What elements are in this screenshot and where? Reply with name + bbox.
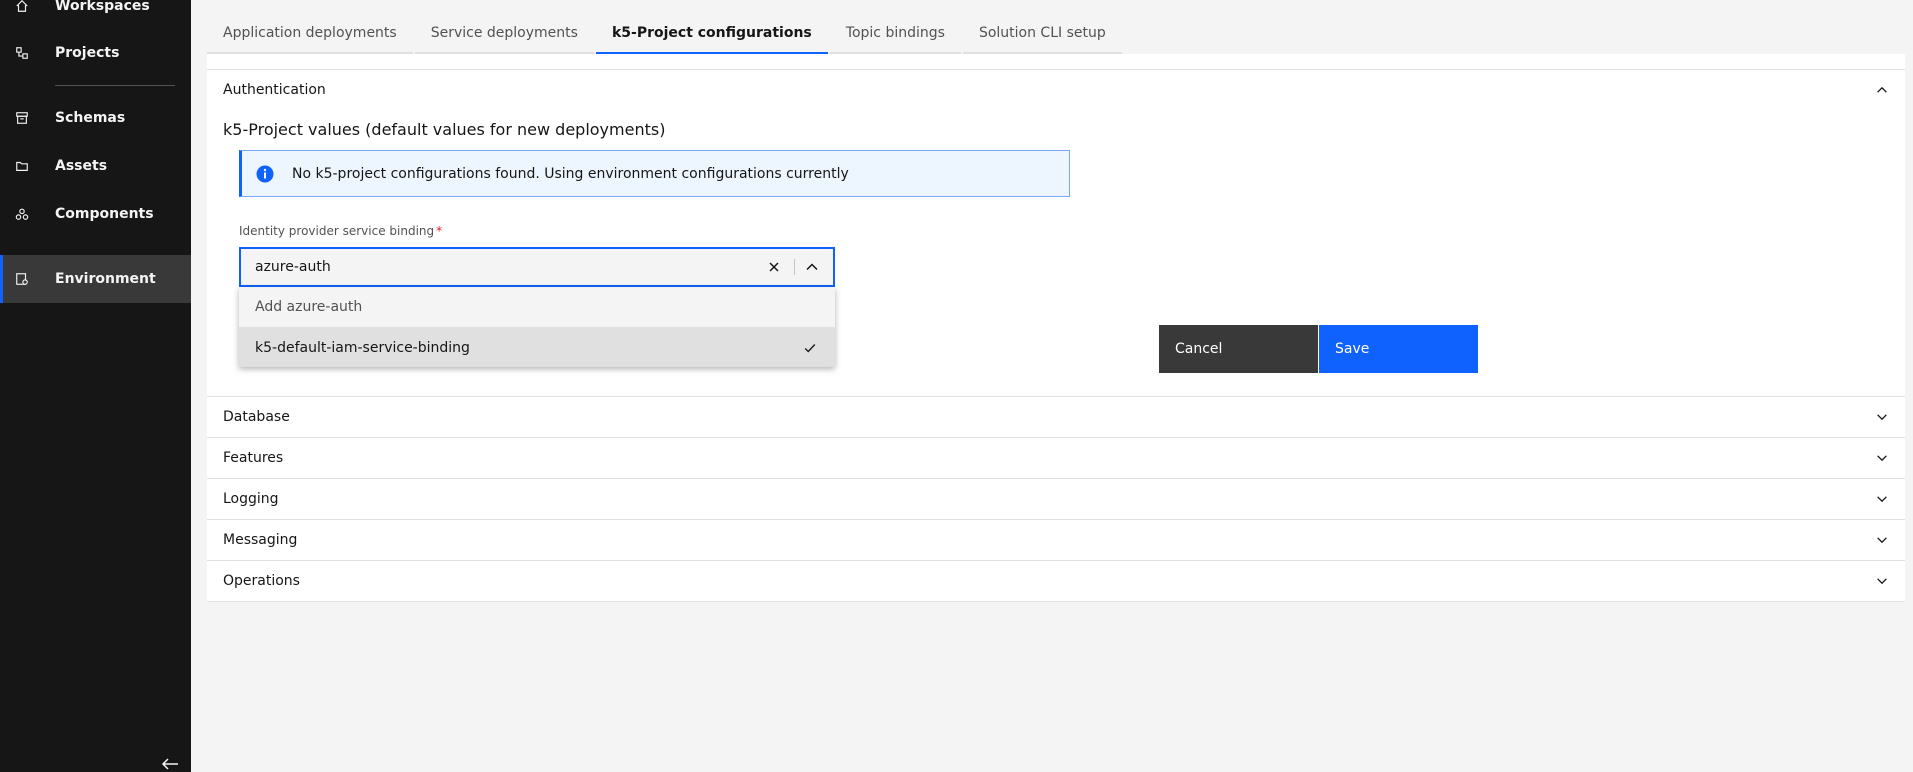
tab-solution-cli-setup[interactable]: Solution CLI setup — [962, 14, 1122, 54]
accordion-authentication-header[interactable]: Authentication — [207, 69, 1905, 110]
sidebar: Workspaces Projects Schemas Assets Compo… — [0, 0, 191, 772]
accordion-logging-header[interactable]: Logging — [207, 478, 1905, 519]
sidebar-item-components[interactable]: Components — [0, 192, 191, 236]
accordion-title: Logging — [223, 491, 279, 507]
section-title: k5-Project values (default values for ne… — [223, 120, 666, 139]
save-button[interactable]: Save — [1319, 325, 1478, 373]
schema-icon — [16, 112, 28, 124]
accordion-messaging-header[interactable]: Messaging — [207, 519, 1905, 560]
option-label: Add azure-auth — [255, 299, 363, 315]
close-icon[interactable] — [766, 259, 782, 275]
accordion-database-header[interactable]: Database — [207, 396, 1905, 437]
sidebar-item-environment[interactable]: Environment — [0, 255, 191, 303]
tab-bar: Application deployments Service deployme… — [207, 14, 1124, 54]
chevron-down-icon — [1877, 537, 1887, 544]
sidebar-item-label: Environment — [55, 271, 156, 287]
accordion-features-header[interactable]: Features — [207, 437, 1905, 478]
accordion-title: Messaging — [223, 532, 298, 548]
accordion-title: Authentication — [223, 82, 326, 98]
tab-k5-project-configurations[interactable]: k5-Project configurations — [595, 14, 828, 54]
chevron-down-icon — [1877, 496, 1887, 503]
option-label: k5-default-iam-service-binding — [255, 339, 470, 356]
home-icon — [16, 0, 28, 12]
sidebar-item-label: Components — [55, 206, 154, 222]
environment-icon — [16, 273, 28, 285]
configuration-panel: Authentication k5-Project values (defaul… — [207, 54, 1905, 602]
sidebar-item-schemas[interactable]: Schemas — [0, 96, 191, 140]
sidebar-item-label: Projects — [55, 45, 120, 61]
tab-topic-bindings[interactable]: Topic bindings — [829, 14, 961, 54]
sidebar-item-label: Schemas — [55, 110, 126, 126]
info-notification: No k5-project configurations found. Usin… — [239, 150, 1070, 197]
dropdown-option-selected[interactable]: k5-default-iam-service-binding — [239, 327, 835, 367]
project-icon — [16, 47, 28, 59]
identity-provider-dropdown-menu: Add azure-auth k5-default-iam-service-bi… — [239, 287, 835, 367]
accordion-title: Operations — [223, 573, 300, 589]
chevron-up-icon — [1877, 86, 1887, 93]
field-label-text: Identity provider service binding — [239, 224, 435, 238]
folder-icon — [16, 161, 28, 171]
accordion-operations-header[interactable]: Operations — [207, 560, 1905, 601]
sidebar-item-label: Assets — [55, 158, 108, 174]
components-icon — [15, 208, 29, 220]
checkmark-icon — [804, 343, 816, 352]
notification-message: No k5-project configurations found. Usin… — [292, 165, 849, 182]
identity-provider-input[interactable] — [255, 249, 745, 285]
accordion-title: Features — [223, 450, 284, 466]
sidebar-item-workspaces[interactable]: Workspaces — [0, 0, 191, 28]
tab-service-deployments[interactable]: Service deployments — [414, 14, 594, 54]
chevron-up-icon[interactable] — [804, 259, 820, 275]
chevron-down-icon — [1877, 414, 1887, 421]
combobox-separator — [794, 259, 795, 275]
tab-application-deployments[interactable]: Application deployments — [207, 14, 413, 54]
info-icon — [256, 165, 274, 182]
dropdown-option-add[interactable]: Add azure-auth — [239, 287, 835, 327]
identity-provider-combobox[interactable] — [239, 247, 835, 287]
cancel-button[interactable]: Cancel — [1159, 325, 1318, 373]
sidebar-item-label: Workspaces — [55, 0, 150, 14]
collapse-sidebar-arrow-icon[interactable] — [160, 756, 180, 772]
panel-bottom-border — [207, 601, 1905, 602]
sidebar-item-assets[interactable]: Assets — [0, 144, 191, 188]
sidebar-divider — [55, 85, 175, 86]
chevron-down-icon — [1877, 578, 1887, 585]
sidebar-item-projects[interactable]: Projects — [0, 31, 191, 75]
identity-provider-label: Identity provider service binding * — [239, 224, 442, 238]
accordion-title: Database — [223, 409, 290, 425]
required-marker: * — [436, 224, 443, 238]
chevron-down-icon — [1877, 455, 1887, 462]
